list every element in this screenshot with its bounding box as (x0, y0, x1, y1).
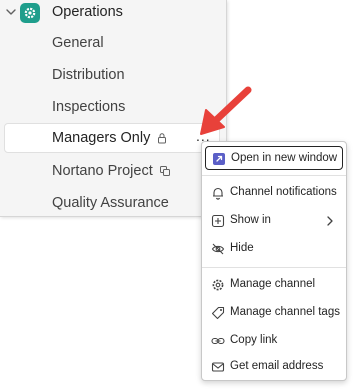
channel-context-menu: Open in new window Channel notifications… (201, 141, 347, 381)
channel-item-distribution[interactable]: Distribution (52, 67, 125, 83)
menu-item-label: Hide (230, 242, 254, 254)
menu-divider (202, 267, 346, 268)
menu-divider (202, 175, 346, 176)
channel-item-quality-assurance[interactable]: Quality Assurance (52, 195, 169, 211)
channel-label: Managers Only (52, 130, 151, 146)
menu-item-label: Manage channel (230, 278, 316, 290)
bell-icon (213, 187, 223, 200)
menu-item-open-in-new-window[interactable]: Open in new window (205, 146, 343, 170)
eye-off-icon (211, 243, 225, 255)
menu-item-label: Open in new window (231, 152, 338, 164)
menu-item-label: Manage channel tags (230, 306, 340, 318)
gear-icon (212, 279, 224, 291)
menu-item-show-in[interactable]: Show in (205, 209, 343, 233)
menu-item-label: Channel notifications (230, 186, 337, 198)
menu-item-manage-channel[interactable]: Manage channel (205, 273, 343, 297)
add-square-icon (211, 214, 225, 228)
gear-icon (20, 3, 40, 23)
teams-channel-context-screen: Operations General Distribution Inspecti… (0, 0, 355, 390)
link-icon (211, 337, 225, 345)
menu-item-label: Get email address (230, 360, 324, 372)
menu-item-label: Copy link (230, 334, 278, 346)
chevron-right-icon (327, 216, 333, 226)
lock-icon (158, 133, 167, 144)
tag-icon (211, 306, 225, 320)
annotation-arrow-icon (200, 86, 252, 135)
channel-label: Nortano Project (52, 163, 153, 179)
mail-icon (211, 362, 225, 372)
shared-channel-icon (159, 166, 170, 176)
open-window-icon (213, 153, 225, 165)
channel-item-managers-only[interactable]: Managers Only (52, 130, 168, 146)
menu-item-get-email-address[interactable]: Get email address (205, 355, 343, 379)
menu-item-channel-notifications[interactable]: Channel notifications (205, 181, 343, 205)
channel-item-inspections[interactable]: Inspections (52, 99, 125, 115)
channel-item-nortano-project[interactable]: Nortano Project (52, 163, 171, 179)
chevron-down-icon[interactable] (5, 6, 17, 18)
channel-item-general[interactable]: General (52, 35, 104, 51)
menu-item-copy-link[interactable]: Copy link (205, 329, 343, 353)
team-header-operations[interactable]: Operations (0, 0, 226, 26)
menu-item-label: Show in (230, 214, 271, 226)
menu-item-manage-channel-tags[interactable]: Manage channel tags (205, 301, 343, 325)
team-name: Operations (52, 4, 123, 20)
menu-item-hide[interactable]: Hide (205, 237, 343, 261)
